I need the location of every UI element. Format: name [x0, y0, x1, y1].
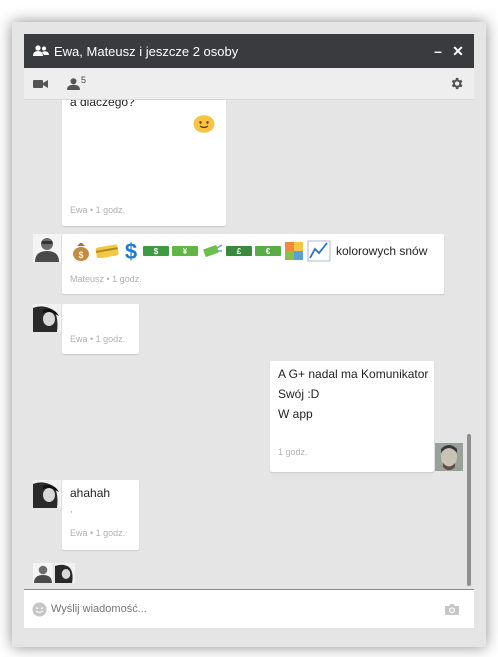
pound-note-icon: £: [226, 246, 252, 256]
dollar-note-icon: $: [143, 246, 169, 256]
title-bar: Ewa, Mateusz i jeszcze 2 osoby – ✕: [24, 34, 474, 68]
video-call-button[interactable]: [33, 79, 49, 89]
gear-icon: [451, 77, 463, 90]
money-bag-icon: $: [73, 243, 89, 261]
message-meta: Ewa • 1 godz.: [70, 528, 126, 538]
read-receipts: [33, 563, 75, 583]
message-composer: [24, 589, 474, 628]
credit-card-icon: [95, 244, 119, 258]
participants-button[interactable]: 5: [67, 74, 87, 90]
yen-note-icon: ¥: [172, 246, 198, 256]
camera-icon: [445, 603, 459, 615]
minimize-button[interactable]: –: [428, 43, 448, 59]
message-bubble: $ $ $ ¥ £ € kolorowych snów Mateusz • 1 …: [62, 234, 444, 294]
message-line: A G+ nadal ma Komunikator: [278, 367, 429, 381]
message-list[interactable]: a dlaczego? Ewa • 1 godz. $ $ $ ¥ £ € ko…: [24, 100, 466, 588]
avatar-mateusz-small: [33, 563, 53, 583]
smiley-icon: [32, 601, 47, 617]
video-camera-icon: [33, 79, 48, 88]
message-meta: Mateusz • 1 godz.: [70, 274, 142, 284]
participant-count: 5: [81, 74, 87, 85]
message-bubble: a dlaczego? Ewa • 1 godz.: [62, 100, 226, 226]
avatar-ewa-small: [55, 563, 75, 583]
conversation-title[interactable]: Ewa, Mateusz i jeszcze 2 osoby: [54, 44, 428, 59]
scrollbar-thumb[interactable]: [467, 434, 471, 586]
flying-money-icon: [203, 244, 223, 257]
person-icon: [67, 77, 80, 90]
smiley-emoji-icon: [193, 113, 215, 138]
currency-exchange-icon: [285, 242, 303, 260]
message-input[interactable]: [47, 603, 444, 615]
emoji-row: $ $ $ ¥ £ € kolorowych snów: [70, 240, 427, 262]
photo-button[interactable]: [444, 603, 460, 616]
group-icon: [28, 45, 54, 57]
svg-text:$: $: [78, 250, 83, 260]
chat-window: Ewa, Mateusz i jeszcze 2 osoby – ✕ 5 a d…: [24, 34, 474, 628]
euro-note-icon: €: [255, 246, 281, 256]
message-line: W app: [278, 407, 313, 421]
message-bubble: ahahah , Ewa • 1 godz.: [62, 480, 139, 550]
avatar-ewa[interactable]: [33, 480, 61, 508]
message-meta: Ewa • 1 godz.: [70, 334, 126, 344]
emoji-button[interactable]: [32, 601, 47, 617]
settings-button[interactable]: [449, 76, 464, 91]
chat-toolbar: 5: [24, 68, 474, 100]
message-meta: 1 godz.: [278, 447, 308, 457]
avatar-self[interactable]: [435, 443, 463, 471]
close-button[interactable]: ✕: [448, 43, 468, 60]
svg-text:$: $: [125, 240, 137, 262]
avatar-ewa[interactable]: [33, 304, 61, 332]
message-text: a dlaczego?: [70, 100, 135, 109]
message-line: Swój :D: [278, 387, 320, 401]
avatar-mateusz[interactable]: [33, 234, 61, 262]
message-text-extra: ,: [70, 504, 73, 514]
chart-increasing-icon: [307, 240, 331, 262]
message-bubble: Ewa • 1 godz.: [62, 304, 139, 354]
dollar-sign-icon: $: [125, 240, 137, 262]
message-text: ahahah: [70, 486, 111, 500]
message-bubble-outgoing: A G+ nadal ma Komunikator Swój :D W app …: [270, 361, 434, 472]
message-text: kolorowych snów: [336, 244, 428, 258]
message-meta: Ewa • 1 godz.: [70, 205, 126, 215]
